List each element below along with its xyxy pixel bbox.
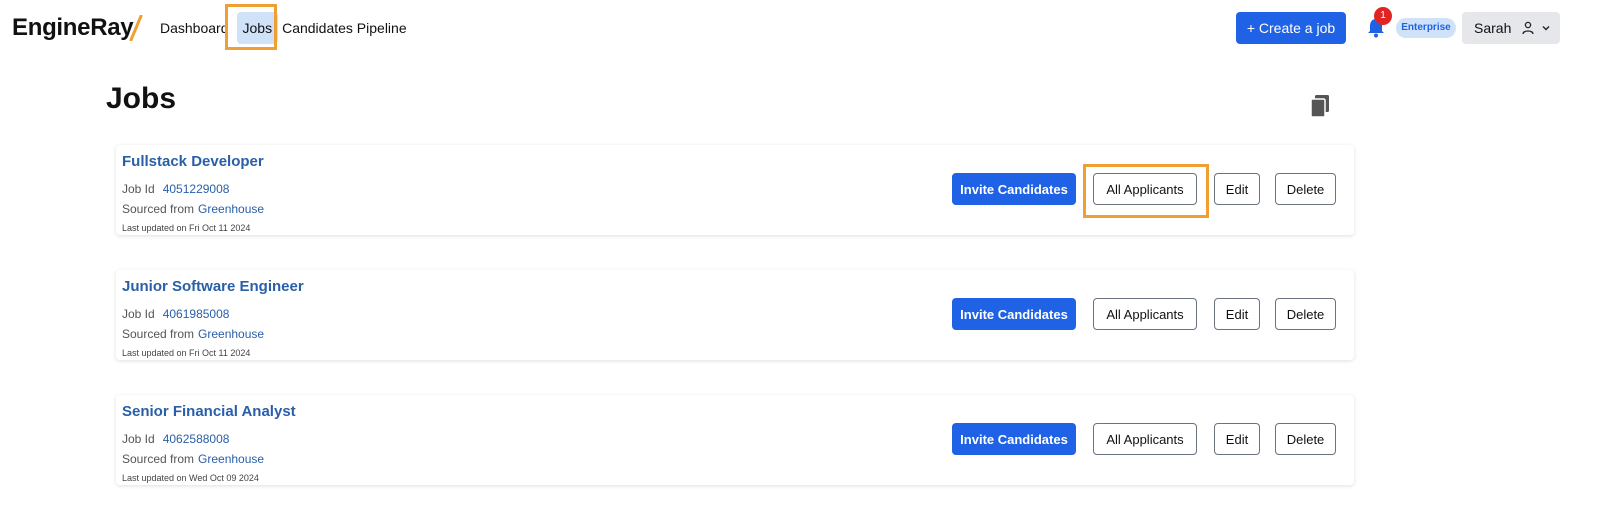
user-menu-button[interactable]: Sarah: [1462, 12, 1560, 44]
edit-button[interactable]: Edit: [1214, 423, 1260, 455]
logo[interactable]: EngineRay: [12, 14, 143, 42]
logo-text: EngineRay: [12, 14, 134, 41]
logo-slash-icon: [129, 15, 143, 41]
delete-button[interactable]: Delete: [1275, 298, 1336, 330]
delete-button[interactable]: Delete: [1275, 173, 1336, 205]
user-name: Sarah: [1474, 20, 1512, 36]
job-id-row: Job Id 4062588008: [122, 432, 229, 446]
job-id-value: 4061985008: [162, 307, 230, 321]
source-label: Sourced from: [122, 452, 195, 466]
copy-icon[interactable]: [1309, 94, 1331, 118]
job-id-row: Job Id 4051229008: [122, 182, 229, 196]
highlight-box-jobs-nav: [225, 4, 277, 50]
job-title[interactable]: Fullstack Developer: [122, 153, 264, 170]
nav-dashboard[interactable]: Dashboard: [160, 12, 229, 44]
notification-badge: 1: [1374, 7, 1392, 25]
source-value: Greenhouse: [198, 452, 265, 466]
create-job-button[interactable]: + Create a job: [1236, 12, 1346, 44]
job-card: Senior Financial Analyst Job Id 406258800…: [116, 395, 1354, 485]
last-updated-text: Last updated on Wed Oct 09 2024: [122, 473, 259, 483]
job-title[interactable]: Senior Financial Analyst: [122, 403, 296, 420]
edit-button[interactable]: Edit: [1214, 298, 1260, 330]
source-row: Sourced from Greenhouse: [122, 452, 264, 466]
job-id-value: 4051229008: [162, 182, 230, 196]
main-nav: Dashboard Jobs Candidates Pipeline: [160, 12, 415, 44]
job-id-label: Job Id: [122, 307, 155, 321]
edit-button[interactable]: Edit: [1214, 173, 1260, 205]
nav-candidates-pipeline[interactable]: Candidates Pipeline: [282, 12, 407, 44]
all-applicants-button[interactable]: All Applicants: [1093, 423, 1197, 455]
source-row: Sourced from Greenhouse: [122, 202, 264, 216]
invite-candidates-button[interactable]: Invite Candidates: [952, 173, 1076, 205]
plan-badge: Enterprise: [1396, 18, 1456, 38]
delete-button[interactable]: Delete: [1275, 423, 1336, 455]
job-id-value: 4062588008: [162, 432, 230, 446]
highlight-box-all-applicants: [1083, 164, 1209, 218]
source-label: Sourced from: [122, 327, 195, 341]
source-value: Greenhouse: [198, 327, 265, 341]
all-applicants-button[interactable]: All Applicants: [1093, 298, 1197, 330]
job-id-row: Job Id 4061985008: [122, 307, 229, 321]
invite-candidates-button[interactable]: Invite Candidates: [952, 298, 1076, 330]
last-updated-text: Last updated on Fri Oct 11 2024: [122, 223, 251, 233]
job-id-label: Job Id: [122, 432, 155, 446]
job-id-label: Job Id: [122, 182, 155, 196]
user-icon: [1522, 21, 1535, 35]
source-row: Sourced from Greenhouse: [122, 327, 264, 341]
job-title[interactable]: Junior Software Engineer: [122, 278, 304, 295]
invite-candidates-button[interactable]: Invite Candidates: [952, 423, 1076, 455]
source-label: Sourced from: [122, 202, 195, 216]
chevron-down-icon: [1542, 26, 1550, 31]
source-value: Greenhouse: [198, 202, 265, 216]
last-updated-text: Last updated on Fri Oct 11 2024: [122, 348, 251, 358]
page-title: Jobs: [106, 82, 177, 115]
job-card: Junior Software Engineer Job Id 406198500…: [116, 270, 1354, 360]
